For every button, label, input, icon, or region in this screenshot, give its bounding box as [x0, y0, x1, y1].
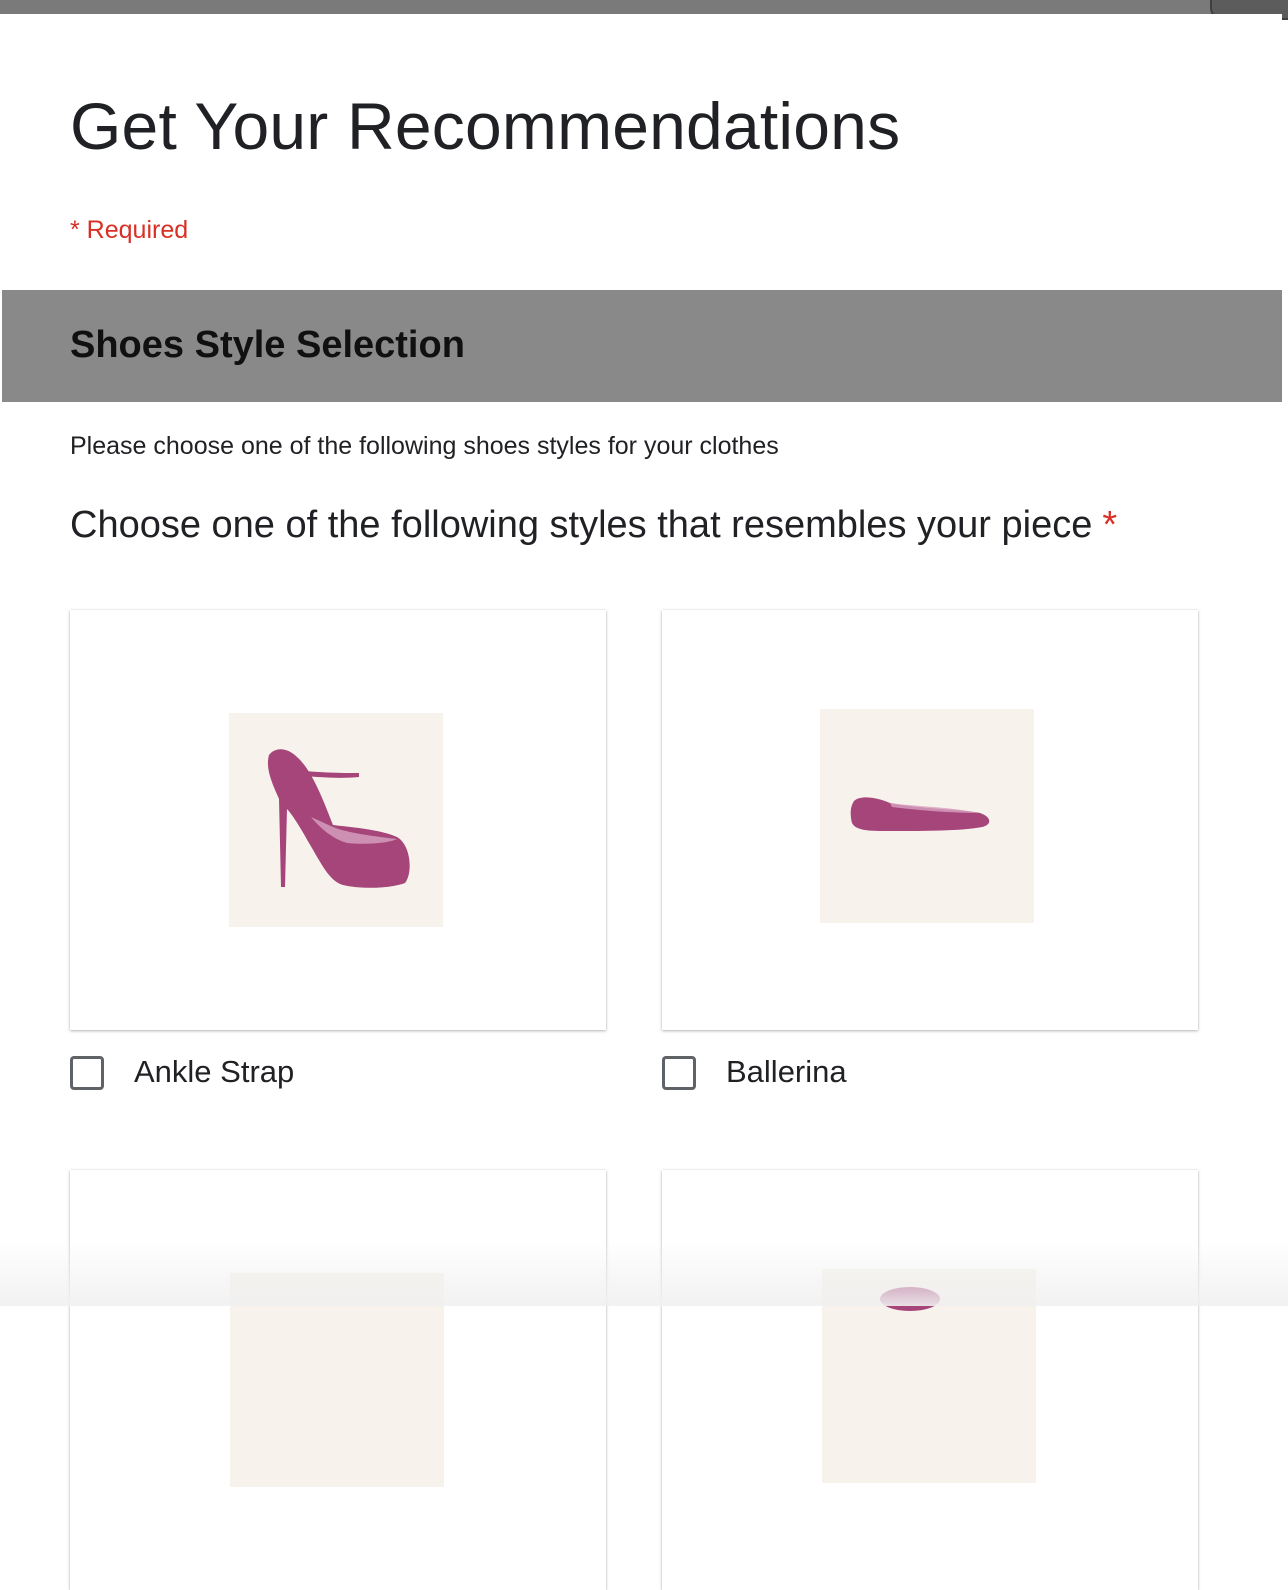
choice-image-card[interactable] [70, 1170, 606, 1590]
required-asterisk: * [1102, 504, 1118, 546]
shoe-image [230, 1273, 444, 1487]
choice-option-4[interactable] [662, 1170, 1198, 1590]
question-title: Choose one of the following styles that … [70, 504, 1117, 547]
ankle-strap-checkbox[interactable] [70, 1056, 104, 1090]
section-header: Shoes Style Selection [2, 290, 1282, 402]
section-title: Shoes Style Selection [70, 324, 465, 366]
choice-image-card[interactable] [662, 1170, 1198, 1590]
form-container: Get Your Recommendations * Required Shoe… [2, 14, 1282, 1590]
shoe-image [822, 1269, 1036, 1483]
form-title: Get Your Recommendations [70, 89, 901, 163]
choice-image-card[interactable] [662, 610, 1198, 1030]
window-top-bar [0, 0, 1288, 14]
ballerina-checkbox[interactable] [662, 1056, 696, 1090]
choice-option-3[interactable] [70, 1170, 606, 1590]
required-note: * Required [70, 216, 189, 244]
choice-row[interactable]: Ballerina [662, 1052, 1198, 1112]
question-text: Choose one of the following styles that … [70, 504, 1093, 546]
choice-option-ankle-strap[interactable]: Ankle Strap [70, 610, 606, 1112]
choice-option-ballerina[interactable]: Ballerina [662, 610, 1198, 1112]
shoe-icon [880, 1287, 940, 1311]
choice-label: Ankle Strap [134, 1054, 295, 1089]
choice-label: Ballerina [726, 1054, 847, 1089]
choice-row[interactable]: Ankle Strap [70, 1052, 606, 1112]
ballerina-flat-icon [850, 797, 990, 831]
choice-image-card[interactable] [70, 610, 606, 1030]
ballerina-shoe-image [820, 709, 1034, 923]
high-heel-icon [267, 749, 410, 888]
ankle-strap-shoe-image [229, 713, 443, 927]
section-description: Please choose one of the following shoes… [70, 432, 779, 460]
